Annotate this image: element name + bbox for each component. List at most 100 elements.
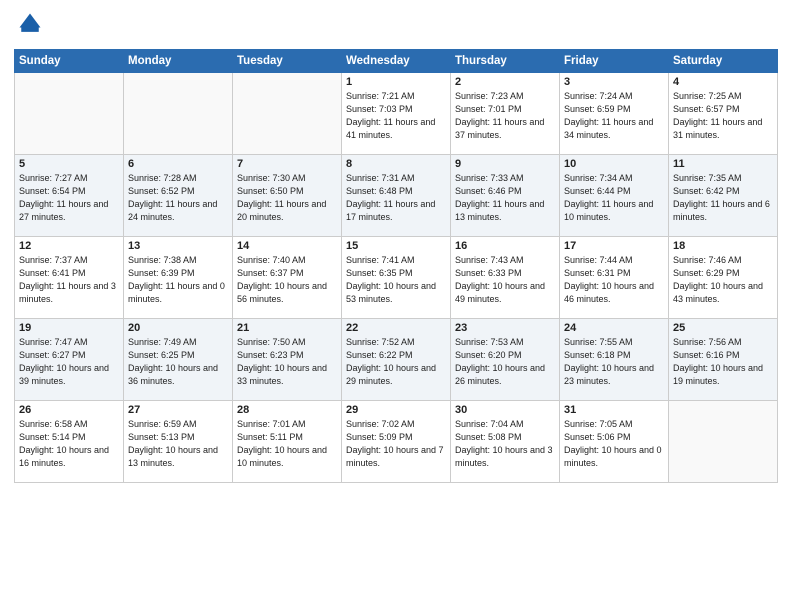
day-info: Sunrise: 7:37 AM Sunset: 6:41 PM Dayligh… [19,254,119,306]
day-number: 13 [128,240,228,252]
day-info: Sunrise: 7:46 AM Sunset: 6:29 PM Dayligh… [673,254,773,306]
calendar-cell: 31 Sunrise: 7:05 AM Sunset: 5:06 PM Dayli… [560,401,669,483]
day-number: 1 [346,76,446,88]
calendar-cell: 23 Sunrise: 7:53 AM Sunset: 6:20 PM Dayli… [451,319,560,401]
calendar-cell: 25 Sunrise: 7:56 AM Sunset: 6:16 PM Dayli… [669,319,778,401]
day-info: Sunrise: 7:53 AM Sunset: 6:20 PM Dayligh… [455,336,555,388]
calendar-table: Sunday Monday Tuesday Wednesday Thursday… [14,49,778,483]
day-number: 29 [346,404,446,416]
calendar-cell: 2 Sunrise: 7:23 AM Sunset: 7:01 PM Daylig… [451,73,560,155]
day-number: 9 [455,158,555,170]
day-info: Sunrise: 7:04 AM Sunset: 5:08 PM Dayligh… [455,418,555,470]
header [14,10,778,43]
day-number: 12 [19,240,119,252]
day-info: Sunrise: 7:05 AM Sunset: 5:06 PM Dayligh… [564,418,664,470]
day-info: Sunrise: 7:56 AM Sunset: 6:16 PM Dayligh… [673,336,773,388]
calendar-row: 1 Sunrise: 7:21 AM Sunset: 7:03 PM Daylig… [15,73,778,155]
day-info: Sunrise: 7:21 AM Sunset: 7:03 PM Dayligh… [346,90,446,142]
calendar-cell: 6Sunrise: 7:28 AM Sunset: 6:52 PM Daylig… [124,155,233,237]
day-number: 15 [346,240,446,252]
page: Sunday Monday Tuesday Wednesday Thursday… [0,0,792,612]
calendar-cell: 28 Sunrise: 7:01 AM Sunset: 5:11 PM Dayli… [233,401,342,483]
day-number: 21 [237,322,337,334]
day-number: 8 [346,158,446,170]
day-number: 10 [564,158,664,170]
calendar-cell: 29 Sunrise: 7:02 AM Sunset: 5:09 PM Dayli… [342,401,451,483]
calendar-cell: 30 Sunrise: 7:04 AM Sunset: 5:08 PM Dayli… [451,401,560,483]
day-info: Sunrise: 7:49 AM Sunset: 6:25 PM Dayligh… [128,336,228,388]
day-info: Sunrise: 7:34 AM Sunset: 6:44 PM Dayligh… [564,172,664,224]
day-info: Sunrise: 7:23 AM Sunset: 7:01 PM Dayligh… [455,90,555,142]
calendar-row: 26 Sunrise: 6:58 AM Sunset: 5:14 PM Dayli… [15,401,778,483]
day-info: Sunrise: 7:35 AM Sunset: 6:42 PM Dayligh… [673,172,773,224]
calendar-cell: 24Sunrise: 7:55 AM Sunset: 6:18 PM Dayli… [560,319,669,401]
calendar-row: 12 Sunrise: 7:37 AM Sunset: 6:41 PM Dayli… [15,237,778,319]
day-number: 6 [128,158,228,170]
day-number: 18 [673,240,773,252]
day-info: Sunrise: 7:02 AM Sunset: 5:09 PM Dayligh… [346,418,446,470]
day-number: 24 [564,322,664,334]
day-number: 27 [128,404,228,416]
day-number: 17 [564,240,664,252]
header-row: Sunday Monday Tuesday Wednesday Thursday… [15,50,778,73]
day-info: Sunrise: 7:50 AM Sunset: 6:23 PM Dayligh… [237,336,337,388]
day-info: Sunrise: 7:38 AM Sunset: 6:39 PM Dayligh… [128,254,228,306]
day-number: 2 [455,76,555,88]
day-number: 16 [455,240,555,252]
day-info: Sunrise: 7:27 AM Sunset: 6:54 PM Dayligh… [19,172,119,224]
day-number: 4 [673,76,773,88]
day-info: Sunrise: 7:52 AM Sunset: 6:22 PM Dayligh… [346,336,446,388]
calendar-cell [124,73,233,155]
day-info: Sunrise: 7:47 AM Sunset: 6:27 PM Dayligh… [19,336,119,388]
calendar-cell: 1 Sunrise: 7:21 AM Sunset: 7:03 PM Daylig… [342,73,451,155]
calendar-cell: 17 Sunrise: 7:44 AM Sunset: 6:31 PM Dayli… [560,237,669,319]
day-number: 14 [237,240,337,252]
calendar-row: 5 Sunrise: 7:27 AM Sunset: 6:54 PM Daylig… [15,155,778,237]
calendar-cell: 20 Sunrise: 7:49 AM Sunset: 6:25 PM Dayli… [124,319,233,401]
calendar-cell: 26 Sunrise: 6:58 AM Sunset: 5:14 PM Dayli… [15,401,124,483]
day-number: 28 [237,404,337,416]
day-number: 30 [455,404,555,416]
calendar-row: 19 Sunrise: 7:47 AM Sunset: 6:27 PM Dayli… [15,319,778,401]
day-info: Sunrise: 6:58 AM Sunset: 5:14 PM Dayligh… [19,418,119,470]
calendar-cell: 12 Sunrise: 7:37 AM Sunset: 6:41 PM Dayli… [15,237,124,319]
col-sunday: Sunday [15,50,124,73]
calendar-cell: 22 Sunrise: 7:52 AM Sunset: 6:22 PM Dayli… [342,319,451,401]
logo-icon [16,10,44,38]
day-number: 19 [19,322,119,334]
day-info: Sunrise: 7:24 AM Sunset: 6:59 PM Dayligh… [564,90,664,142]
calendar-cell: 19 Sunrise: 7:47 AM Sunset: 6:27 PM Dayli… [15,319,124,401]
day-info: Sunrise: 7:25 AM Sunset: 6:57 PM Dayligh… [673,90,773,142]
day-info: Sunrise: 6:59 AM Sunset: 5:13 PM Dayligh… [128,418,228,470]
logo [14,10,44,43]
calendar-cell: 7Sunrise: 7:30 AM Sunset: 6:50 PM Daylig… [233,155,342,237]
day-number: 22 [346,322,446,334]
calendar-cell: 11 Sunrise: 7:35 AM Sunset: 6:42 PM Dayli… [669,155,778,237]
col-saturday: Saturday [669,50,778,73]
day-number: 23 [455,322,555,334]
calendar-cell: 4 Sunrise: 7:25 AM Sunset: 6:57 PM Daylig… [669,73,778,155]
day-number: 31 [564,404,664,416]
day-info: Sunrise: 7:43 AM Sunset: 6:33 PM Dayligh… [455,254,555,306]
col-tuesday: Tuesday [233,50,342,73]
day-info: Sunrise: 7:01 AM Sunset: 5:11 PM Dayligh… [237,418,337,470]
calendar-cell: 9Sunrise: 7:33 AM Sunset: 6:46 PM Daylig… [451,155,560,237]
day-info: Sunrise: 7:44 AM Sunset: 6:31 PM Dayligh… [564,254,664,306]
calendar-cell: 13 Sunrise: 7:38 AM Sunset: 6:39 PM Dayli… [124,237,233,319]
day-number: 26 [19,404,119,416]
calendar-cell [669,401,778,483]
calendar-cell: 16 Sunrise: 7:43 AM Sunset: 6:33 PM Dayli… [451,237,560,319]
day-number: 11 [673,158,773,170]
calendar-cell [15,73,124,155]
calendar-cell: 8 Sunrise: 7:31 AM Sunset: 6:48 PM Daylig… [342,155,451,237]
calendar-cell: 14Sunrise: 7:40 AM Sunset: 6:37 PM Dayli… [233,237,342,319]
day-number: 25 [673,322,773,334]
day-number: 3 [564,76,664,88]
calendar-cell [233,73,342,155]
calendar-cell: 15Sunrise: 7:41 AM Sunset: 6:35 PM Dayli… [342,237,451,319]
day-number: 5 [19,158,119,170]
day-number: 20 [128,322,228,334]
day-number: 7 [237,158,337,170]
day-info: Sunrise: 7:31 AM Sunset: 6:48 PM Dayligh… [346,172,446,224]
col-thursday: Thursday [451,50,560,73]
